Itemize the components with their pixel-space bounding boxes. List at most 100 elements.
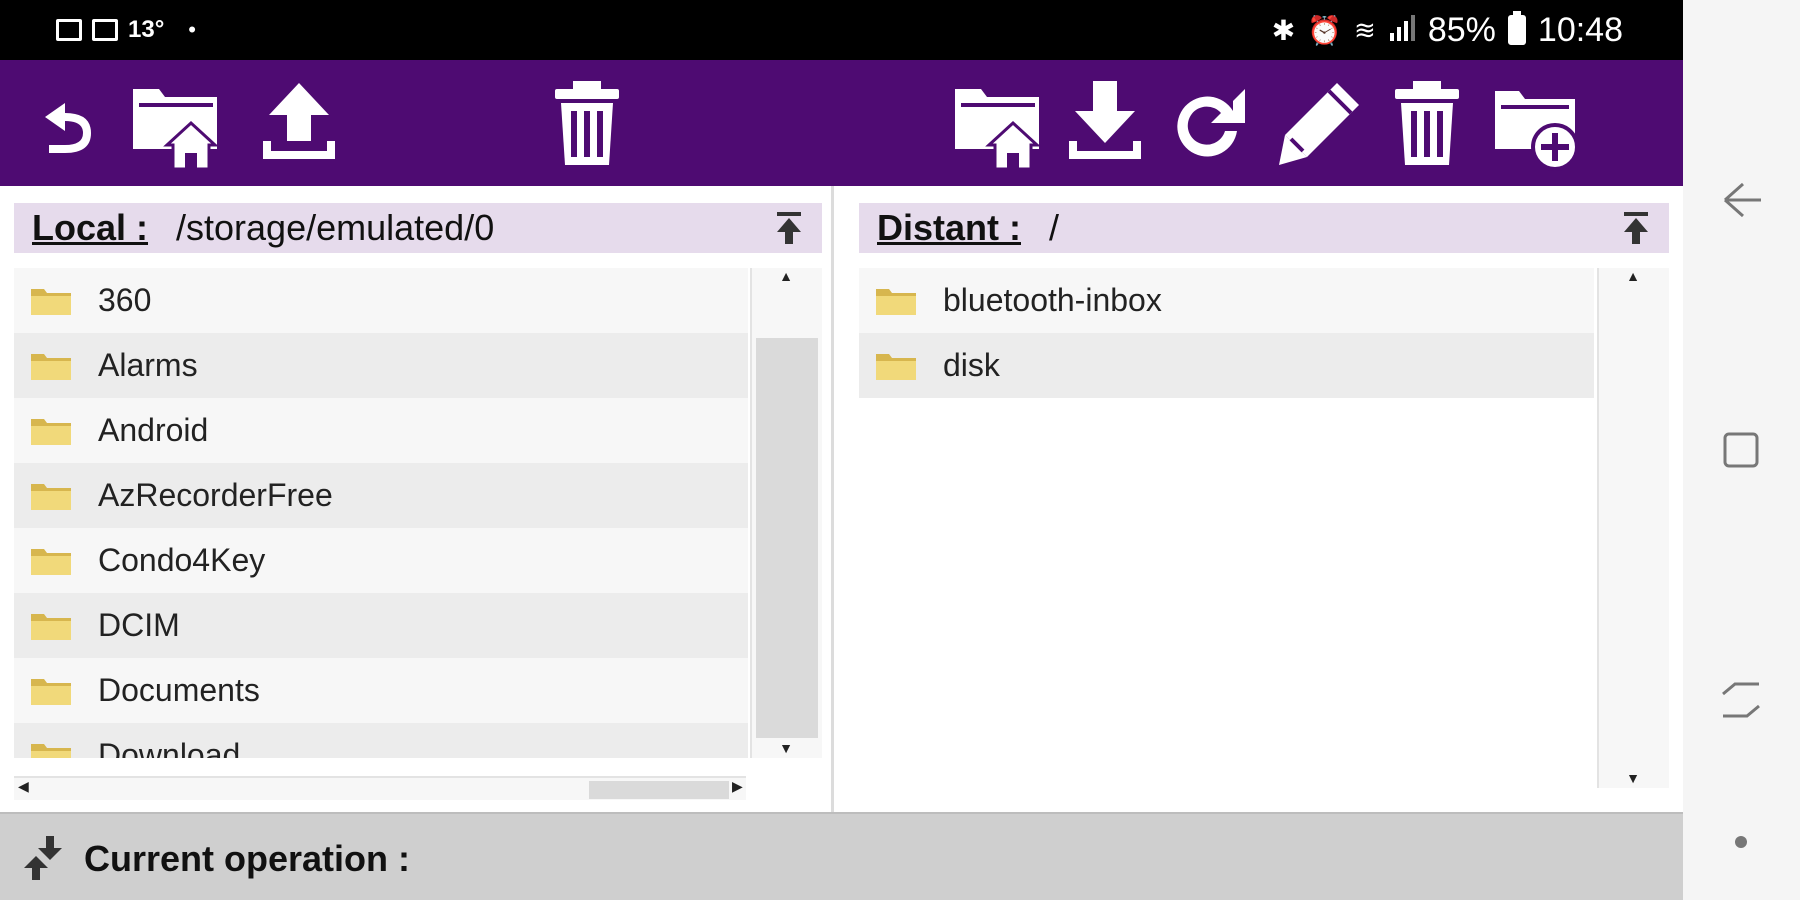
alarm-icon: ⏰ — [1307, 14, 1343, 46]
folder-icon — [30, 741, 72, 758]
local-vertical-scrollbar[interactable]: ▲ ▼ — [750, 268, 822, 758]
item-name: Android — [98, 412, 209, 448]
scroll-to-top-icon[interactable] — [1621, 210, 1651, 246]
transfer-icon — [24, 836, 62, 880]
item-name: Documents — [98, 672, 260, 708]
current-operation-bar: Current operation : — [0, 812, 1683, 900]
remote-vertical-scrollbar[interactable]: ▲ ▼ — [1597, 268, 1669, 788]
remote-delete-button[interactable] — [1376, 72, 1478, 174]
folder-icon — [31, 743, 71, 758]
status-left: 13° • — [56, 0, 196, 60]
folder-icon — [31, 613, 71, 640]
list-item[interactable]: disk — [859, 333, 1594, 398]
list-item[interactable]: Alarms — [14, 333, 748, 398]
scroll-right-arrow-icon[interactable]: ▶ — [732, 778, 743, 795]
local-horizontal-scrollbar[interactable]: ◀ ▶ — [14, 776, 746, 800]
back-icon — [45, 103, 91, 153]
notification-dot: • — [188, 17, 196, 42]
local-panel: Local : /storage/emulated/0 360 Alarms And… — [0, 186, 834, 812]
clock: 10:48 — [1537, 10, 1623, 49]
scroll-left-arrow-icon[interactable]: ◀ — [18, 778, 29, 795]
scroll-up-arrow-icon[interactable]: ▲ — [752, 268, 820, 284]
item-name: disk — [943, 347, 1000, 383]
item-name: Download — [98, 737, 241, 758]
local-label: Local : — [32, 207, 149, 248]
list-item[interactable]: Android — [14, 398, 748, 463]
remote-path-bar: Distant : / — [859, 203, 1669, 253]
refresh-icon — [1177, 89, 1245, 157]
remote-label: Distant : — [877, 207, 1021, 248]
news-icon — [92, 19, 118, 41]
scroll-up-arrow-icon[interactable]: ▲ — [1599, 268, 1667, 284]
item-name: 360 — [98, 282, 152, 318]
item-name: AzRecorderFree — [98, 477, 333, 513]
app-screen: 13° • ✱ ⏰ ≋ 85% 10:48 Local: /storage/e… — [0, 0, 1800, 900]
temperature-text: 13° — [128, 16, 165, 43]
scroll-to-top-icon[interactable] — [774, 210, 804, 246]
list-item[interactable]: DCIM — [14, 593, 748, 658]
folder-icon — [31, 548, 71, 575]
folder-icon — [30, 611, 72, 641]
folder-icon — [30, 351, 72, 381]
item-name: bluetooth-inbox — [943, 282, 1162, 318]
folder-icon — [30, 416, 72, 446]
current-operation-label: Current operation : — [84, 838, 411, 879]
home-folder-icon — [133, 89, 219, 171]
upload-icon — [263, 83, 335, 159]
local-hscroll-thumb[interactable] — [589, 781, 729, 799]
local-delete-button[interactable] — [536, 72, 638, 174]
local-scroll-thumb[interactable] — [756, 338, 818, 738]
list-item[interactable]: 360 — [14, 268, 748, 333]
wifi-icon: ≋ — [1354, 14, 1376, 45]
delete-icon — [555, 81, 619, 165]
edit-icon — [1279, 83, 1359, 165]
rename-button[interactable] — [1268, 72, 1370, 174]
folder-icon — [31, 483, 71, 510]
folder-icon — [30, 676, 72, 706]
battery-icon — [1507, 11, 1526, 45]
scroll-down-arrow-icon[interactable]: ▼ — [1599, 770, 1667, 786]
back-button[interactable] — [12, 72, 114, 174]
signal-icon — [1388, 11, 1416, 50]
local-path-bar: Local : /storage/emulated/0 — [14, 203, 822, 253]
list-item[interactable]: bluetooth-inbox — [859, 268, 1594, 333]
list-item[interactable]: Documents — [14, 658, 748, 723]
remote-file-list: bluetooth-inbox disk — [859, 268, 1594, 788]
folder-icon — [31, 418, 71, 445]
list-item[interactable]: Download — [14, 723, 748, 758]
nav-back-icon[interactable] — [1711, 170, 1771, 230]
folder-icon — [30, 286, 72, 316]
new-folder-icon — [1495, 91, 1579, 171]
toolbar — [0, 60, 1683, 186]
remote-home-button[interactable] — [948, 72, 1050, 174]
remote-panel: Distant : / bluetooth-inbox disk ▲ ▼ — [837, 186, 1683, 812]
status-right: ✱ ⏰ ≋ 85% 10:48 — [1272, 0, 1623, 60]
nav-recents-icon[interactable] — [1711, 670, 1771, 730]
status-bar: 13° • ✱ ⏰ ≋ 85% 10:48 — [0, 0, 1683, 60]
folder-icon — [876, 353, 916, 380]
gallery-icon — [56, 19, 82, 41]
home-folder-icon — [955, 89, 1041, 171]
scroll-down-arrow-icon[interactable]: ▼ — [752, 740, 820, 756]
list-item[interactable]: AzRecorderFree — [14, 463, 748, 528]
item-name: Condo4Key — [98, 542, 266, 578]
folder-icon — [876, 288, 916, 315]
local-home-button[interactable] — [126, 72, 228, 174]
list-item[interactable]: Condo4Key — [14, 528, 748, 593]
refresh-button[interactable] — [1156, 72, 1258, 174]
new-folder-button[interactable] — [1486, 72, 1588, 174]
file-panels: Local : /storage/emulated/0 360 Alarms And… — [0, 186, 1683, 812]
nav-dot-icon[interactable] — [1711, 812, 1771, 872]
download-icon — [1069, 81, 1141, 159]
local-file-list: 360 Alarms Android AzRecorderFree Condo4Key D… — [14, 268, 748, 758]
item-name: Alarms — [98, 347, 198, 383]
download-button[interactable] — [1054, 72, 1156, 174]
delete-icon — [1395, 81, 1459, 165]
folder-icon — [31, 678, 71, 705]
nav-home-icon[interactable] — [1711, 420, 1771, 480]
remote-path: / — [1049, 207, 1060, 248]
local-path: /storage/emulated/0 — [176, 207, 495, 248]
folder-icon — [30, 481, 72, 511]
upload-button[interactable] — [248, 72, 350, 174]
folder-icon — [875, 351, 917, 381]
